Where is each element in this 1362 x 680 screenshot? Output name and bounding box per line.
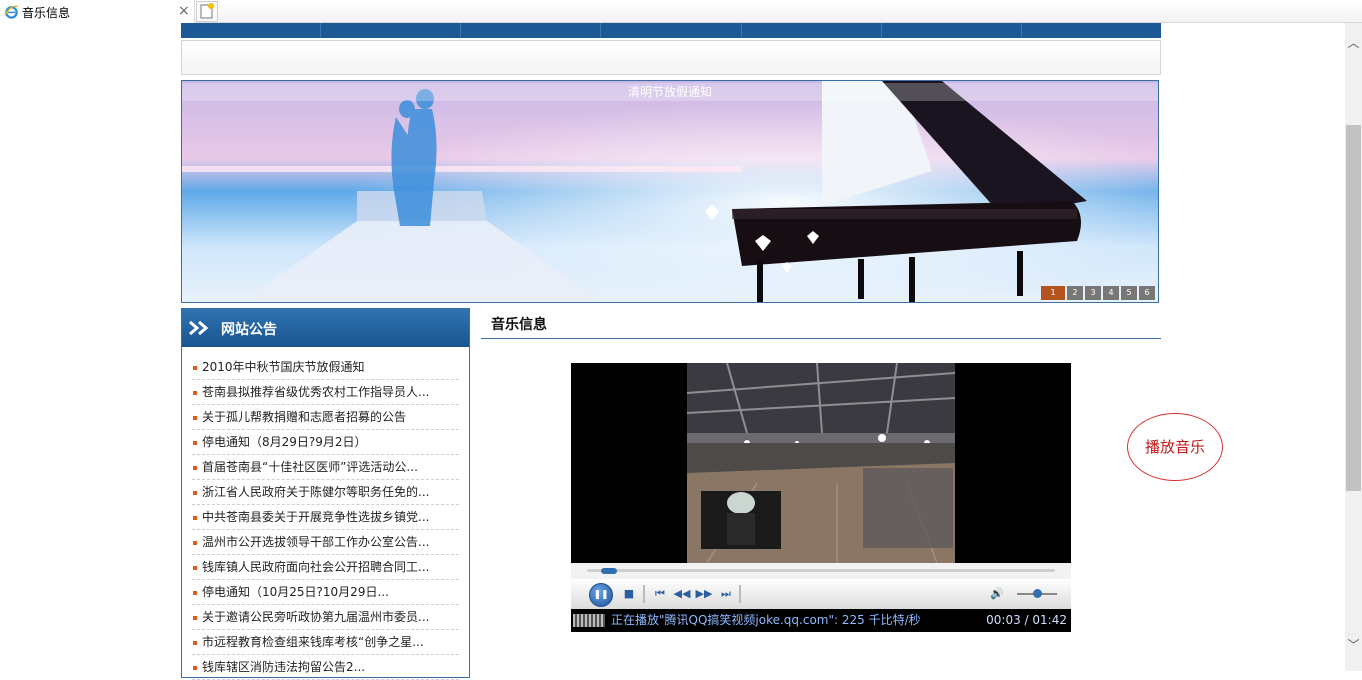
music-section-header: 音乐信息	[481, 308, 1161, 339]
scroll-up-icon[interactable]: ︿	[1345, 35, 1362, 52]
banner-caption[interactable]: 清明节放假通知	[182, 83, 1158, 101]
sub-nav-bar	[181, 40, 1161, 75]
bullet-icon	[193, 391, 197, 395]
notice-item-label[interactable]: 市远程教育检查组来钱库考核“创争之星...	[202, 635, 424, 649]
bullet-icon	[193, 666, 197, 670]
main-nav-bar	[181, 23, 1161, 38]
notice-item[interactable]: 钱库辖区消防违法拘留公告2...	[192, 655, 459, 680]
notice-item[interactable]: 苍南县拟推荐省级优秀农村工作指导员人...	[192, 380, 459, 405]
pause-button[interactable]: ❚❚	[589, 583, 613, 607]
double-chevron-icon	[189, 320, 209, 336]
notice-item[interactable]: 关于邀请公民旁听政协第九届温州市委员...	[192, 605, 459, 630]
seek-bar[interactable]	[571, 563, 1071, 579]
bullet-icon	[193, 466, 197, 470]
vertical-scrollbar[interactable]: ︿ ﹀	[1345, 23, 1362, 671]
nav-item[interactable]	[321, 23, 462, 38]
tab-title: 音乐信息	[22, 6, 71, 20]
bullet-icon	[193, 416, 197, 420]
rewind-icon[interactable]: ◀◀	[673, 579, 691, 609]
notice-item-label[interactable]: 首届苍南县“十佳社区医师”评选活动公...	[202, 460, 418, 474]
notice-item-label[interactable]: 关于孤儿帮教捐赠和志愿者招募的公告	[202, 410, 406, 424]
nav-item[interactable]	[742, 23, 882, 38]
seek-thumb[interactable]	[601, 568, 618, 574]
banner-page-5[interactable]: 5	[1121, 286, 1137, 300]
banner-page-4[interactable]: 4	[1103, 286, 1119, 300]
notice-item-label[interactable]: 2010年中秋节国庆节放假通知	[202, 360, 365, 374]
play-music-button[interactable]: 播放音乐	[1127, 413, 1223, 481]
bullet-icon	[193, 541, 197, 545]
notice-item-label[interactable]: 钱库镇人民政府面向社会公开招聘合同工...	[202, 560, 429, 574]
player-controls: ❚❚ ■ ⏮ ◀◀ ▶▶ ⏭ 🔊	[571, 579, 1071, 609]
bullet-icon	[193, 516, 197, 520]
media-player[interactable]: ❚❚ ■ ⏮ ◀◀ ▶▶ ⏭ 🔊 正在播放"腾讯QQ搞笑视频joke.qq.co…	[571, 363, 1071, 632]
notice-item[interactable]: 停电通知（10月25日?10月29日...	[192, 580, 459, 605]
notice-item[interactable]: 首届苍南县“十佳社区医师”评选活动公...	[192, 455, 459, 480]
ie-icon	[4, 5, 19, 19]
nav-item[interactable]	[601, 23, 742, 38]
notice-item-label[interactable]: 温州市公开选拔领导干部工作办公室公告...	[202, 535, 429, 549]
notice-item[interactable]: 浙江省人民政府关于陈健尔等职务任免的...	[192, 480, 459, 505]
banner-pager: 1 2 3 4 5 6	[1041, 286, 1155, 300]
nav-item[interactable]	[1022, 23, 1161, 38]
banner-page-3[interactable]: 3	[1085, 286, 1101, 300]
notice-item-label[interactable]: 停电通知（8月29日?9月2日）	[202, 435, 367, 449]
browser-tab-bar: 音乐信息 ×	[0, 0, 1362, 23]
next-icon[interactable]: ⏭	[717, 579, 735, 609]
browser-tab[interactable]: 音乐信息 ×	[0, 0, 195, 23]
banner-page-1[interactable]: 1	[1041, 286, 1065, 300]
volume-thumb[interactable]	[1033, 589, 1042, 598]
notice-item-label[interactable]: 钱库辖区消防违法拘留公告2...	[202, 660, 365, 674]
nav-item[interactable]	[181, 23, 322, 38]
playback-time: 00:03 / 01:42	[986, 613, 1067, 627]
music-section-title: 音乐信息	[491, 317, 547, 333]
notice-item-label[interactable]: 浙江省人民政府关于陈健尔等职务任免的...	[202, 485, 429, 499]
bullet-icon	[193, 591, 197, 595]
notice-header: 网站公告	[182, 309, 469, 347]
scroll-thumb[interactable]	[1346, 125, 1361, 491]
banner-page-6[interactable]: 6	[1139, 286, 1155, 300]
notice-item[interactable]: 市远程教育检查组来钱库考核“创争之星...	[192, 630, 459, 655]
stop-icon[interactable]: ■	[621, 579, 637, 609]
nav-item[interactable]	[882, 23, 1022, 38]
bullet-icon	[193, 566, 197, 570]
notice-list: 2010年中秋节国庆节放假通知 苍南县拟推荐省级优秀农村工作指导员人... 关于…	[182, 347, 469, 680]
notice-panel: 网站公告 2010年中秋节国庆节放假通知 苍南县拟推荐省级优秀农村工作指导员人.…	[181, 308, 470, 680]
banner-image	[182, 81, 1158, 302]
new-tab-button[interactable]	[196, 1, 218, 22]
new-tab-icon	[200, 3, 214, 19]
notice-item[interactable]: 关于孤儿帮教捐赠和志愿者招募的公告	[192, 405, 459, 430]
nav-item[interactable]	[461, 23, 602, 38]
notice-item[interactable]: 钱库镇人民政府面向社会公开招聘合同工...	[192, 555, 459, 580]
banner-slideshow[interactable]: 清明节放假通知 1 2 3 4 5 6	[181, 80, 1159, 303]
bullet-icon	[193, 366, 197, 370]
now-playing-text: 正在播放"腾讯QQ搞笑视频joke.qq.com": 225 千比特/秒	[611, 613, 921, 627]
notice-item-label[interactable]: 中共苍南县委关于开展竞争性选拔乡镇党...	[202, 510, 429, 524]
divider	[739, 585, 741, 603]
banner-page-2[interactable]: 2	[1067, 286, 1083, 300]
player-status-bar: 正在播放"腾讯QQ搞笑视频joke.qq.com": 225 千比特/秒 00:…	[571, 609, 1071, 632]
notice-item[interactable]: 温州市公开选拔领导干部工作办公室公告...	[192, 530, 459, 555]
divider	[643, 585, 645, 603]
buffer-icon	[573, 614, 605, 627]
notice-item-label[interactable]: 停电通知（10月25日?10月29日...	[202, 585, 389, 599]
notice-item[interactable]: 2010年中秋节国庆节放假通知	[192, 355, 459, 380]
notice-item[interactable]: 停电通知（8月29日?9月2日）	[192, 430, 459, 455]
bullet-icon	[193, 441, 197, 445]
notice-item[interactable]: 中共苍南县委关于开展竞争性选拔乡镇党...	[192, 505, 459, 530]
notice-title: 网站公告	[221, 322, 277, 338]
notice-item-label[interactable]: 关于邀请公民旁听政协第九届温州市委员...	[202, 610, 429, 624]
bullet-icon	[193, 491, 197, 495]
close-icon[interactable]: ×	[178, 2, 190, 20]
previous-icon[interactable]: ⏮	[651, 579, 669, 609]
bullet-icon	[193, 616, 197, 620]
scroll-down-icon[interactable]: ﹀	[1345, 637, 1362, 654]
notice-item-label[interactable]: 苍南县拟推荐省级优秀农村工作指导员人...	[202, 385, 429, 399]
fast-forward-icon[interactable]: ▶▶	[695, 579, 713, 609]
video-frame[interactable]	[687, 363, 955, 563]
volume-icon[interactable]: 🔊	[987, 579, 1007, 609]
bullet-icon	[193, 641, 197, 645]
seek-track[interactable]	[587, 569, 1055, 572]
